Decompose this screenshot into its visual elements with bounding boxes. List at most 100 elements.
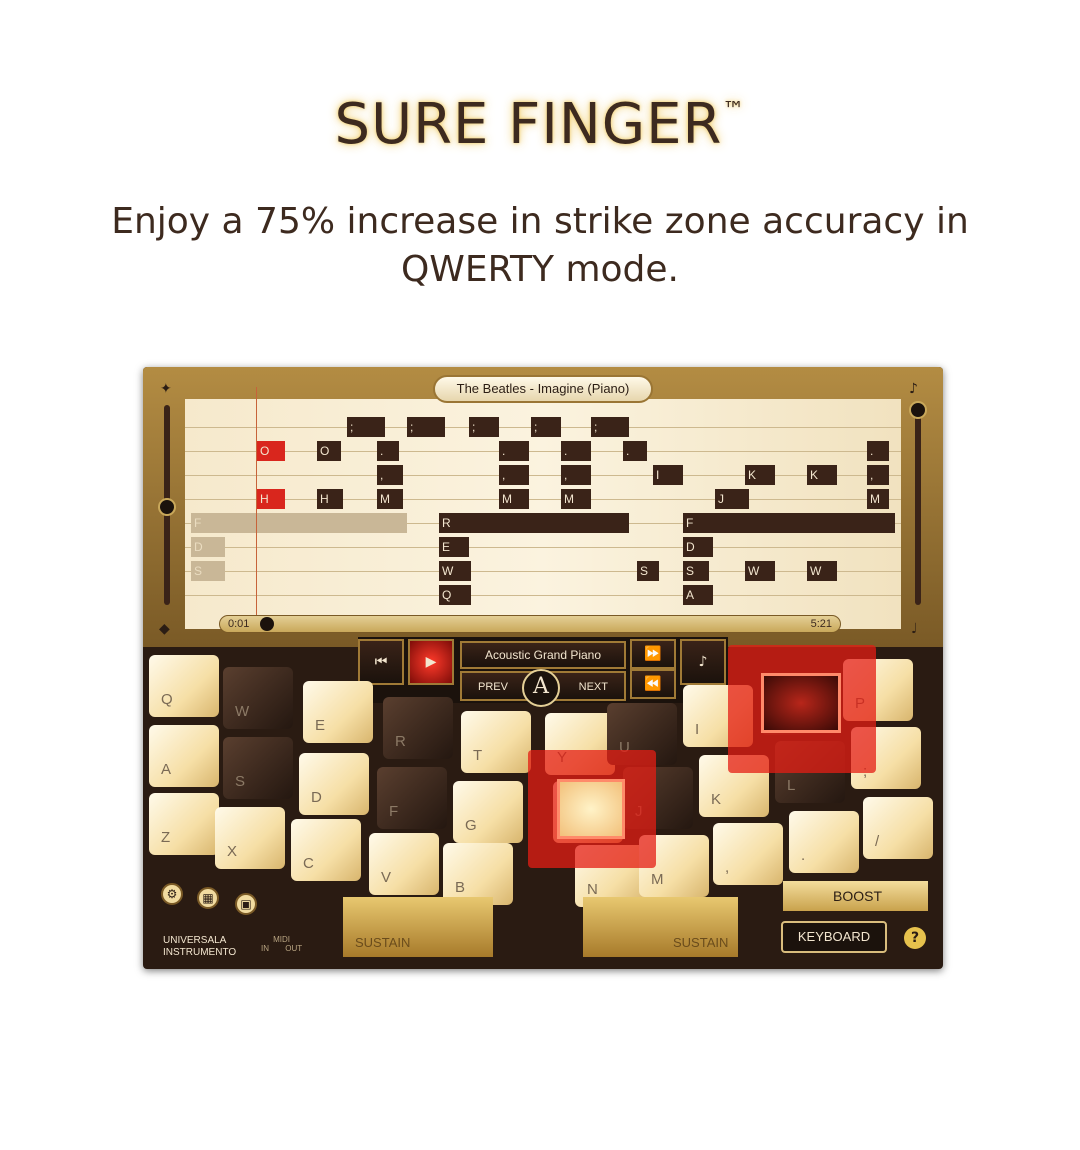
note: E [439, 537, 469, 557]
key-f[interactable]: F [377, 767, 447, 829]
headline-title: SURE FINGER [334, 92, 723, 157]
note: R [439, 513, 629, 533]
brand-line2: INSTRUMENTO [163, 947, 237, 958]
key-slash[interactable]: / [863, 797, 933, 859]
note: . [867, 441, 889, 461]
headline: SURE FINGER™ [0, 92, 1080, 157]
progress-bar[interactable]: 0:01 5:21 [219, 615, 841, 633]
note: W [807, 561, 837, 581]
note: ; [469, 417, 499, 437]
prev-next-control: PREV A NEXT [460, 669, 626, 707]
note: K [807, 465, 837, 485]
key-g[interactable]: G [453, 781, 523, 843]
play-button[interactable]: ▶ [408, 639, 454, 685]
note: M [867, 489, 889, 509]
boost-button[interactable]: BOOST [783, 881, 928, 911]
note: H [317, 489, 343, 509]
key-a[interactable]: A [149, 725, 219, 787]
fast-rewind-button[interactable]: ⏪ [630, 669, 676, 699]
subtitle: Enjoy a 75% increase in strike zone accu… [111, 201, 969, 290]
strike-zone-core [557, 779, 625, 839]
brand-logo: UNIVERSALA INSTRUMENTO [163, 935, 236, 959]
key-e[interactable]: E [303, 681, 373, 743]
gear-icon[interactable]: ⚙ [161, 883, 183, 905]
note: W [439, 561, 471, 581]
midi-out-label: OUT [285, 944, 303, 953]
keyboard-button[interactable]: KEYBOARD [781, 921, 887, 953]
app-window: ✦ ◆ ♪ ♩ ; ; ; ; ; O O . . . . . , , , I … [143, 367, 943, 969]
instrument-selector[interactable]: Acoustic Grand Piano [460, 641, 626, 669]
turtle-icon[interactable]: ◆ [159, 621, 170, 637]
app-logo[interactable]: A [522, 669, 560, 707]
note: M [561, 489, 591, 509]
midi-in-label: IN [261, 944, 269, 953]
prev-button[interactable]: PREV [478, 681, 508, 693]
bottom-bar: ⚙ ▦ ▣ UNIVERSALA INSTRUMENTO MIDI IN OUT… [143, 857, 943, 969]
playhead[interactable] [256, 387, 257, 625]
sustain-right-button[interactable]: SUSTAIN [583, 897, 738, 957]
note: M [377, 489, 403, 509]
time-total: 5:21 [810, 618, 832, 630]
note: Q [439, 585, 471, 605]
volume-icon[interactable]: ♪ [909, 381, 918, 397]
piano-roll-frame: ✦ ◆ ♪ ♩ ; ; ; ; ; O O . . . . . , , , I … [143, 367, 943, 647]
note: ; [531, 417, 561, 437]
note: W [745, 561, 775, 581]
sustain-left-button[interactable]: SUSTAIN [343, 897, 493, 957]
key-t[interactable]: T [461, 711, 531, 773]
brand-line1: UNIVERSALA [163, 935, 227, 946]
note: ; [347, 417, 385, 437]
note: M [499, 489, 529, 509]
mute-icon[interactable]: ♩ [911, 621, 918, 637]
note: S [637, 561, 659, 581]
time-elapsed: 0:01 [228, 618, 250, 630]
key-s[interactable]: S [223, 737, 293, 799]
note: S [683, 561, 709, 581]
note: , [499, 465, 529, 485]
key-d[interactable]: D [299, 753, 369, 815]
transport-panel: ⏮ ▶ Acoustic Grand Piano PREV A NEXT ⏩ ⏪… [358, 637, 728, 707]
note: , [561, 465, 591, 485]
trademark: ™ [722, 98, 746, 123]
note-settings-button[interactable]: ♪ [680, 639, 726, 685]
note: F [683, 513, 895, 533]
save-icon[interactable]: ▣ [235, 893, 257, 915]
song-title[interactable]: The Beatles - Imagine (Piano) [433, 375, 653, 403]
midi-label: MIDI [273, 935, 290, 944]
rabbit-icon[interactable]: ✦ [160, 381, 172, 397]
note: J [715, 489, 749, 509]
note: . [561, 441, 591, 461]
next-button[interactable]: NEXT [579, 681, 608, 693]
tempo-knob[interactable] [158, 498, 176, 516]
note: . [377, 441, 399, 461]
note: D [683, 537, 713, 557]
note: . [623, 441, 647, 461]
note: , [867, 465, 889, 485]
note: ; [591, 417, 629, 437]
key-q[interactable]: Q [149, 655, 219, 717]
help-button[interactable]: ? [904, 927, 926, 949]
rewind-button[interactable]: ⏮ [358, 639, 404, 685]
volume-slider[interactable] [915, 405, 921, 605]
grid-icon[interactable]: ▦ [197, 887, 219, 909]
note-played: S [191, 561, 225, 581]
note-active: O [257, 441, 285, 461]
note: O [317, 441, 341, 461]
midi-status: MIDI IN OUT [261, 935, 302, 953]
note: A [683, 585, 713, 605]
volume-knob[interactable] [909, 401, 927, 419]
key-r[interactable]: R [383, 697, 453, 759]
note: I [653, 465, 683, 485]
note: ; [407, 417, 445, 437]
fast-forward-button[interactable]: ⏩ [630, 639, 676, 669]
note-active: H [257, 489, 285, 509]
note: . [499, 441, 529, 461]
piano-roll: ; ; ; ; ; O O . . . . . , , , I K K , H … [185, 399, 901, 629]
note-played: F [191, 513, 407, 533]
key-z[interactable]: Z [149, 793, 219, 855]
note: , [377, 465, 403, 485]
note: K [745, 465, 775, 485]
key-w[interactable]: W [223, 667, 293, 729]
progress-knob[interactable] [260, 617, 274, 631]
note-played: D [191, 537, 225, 557]
